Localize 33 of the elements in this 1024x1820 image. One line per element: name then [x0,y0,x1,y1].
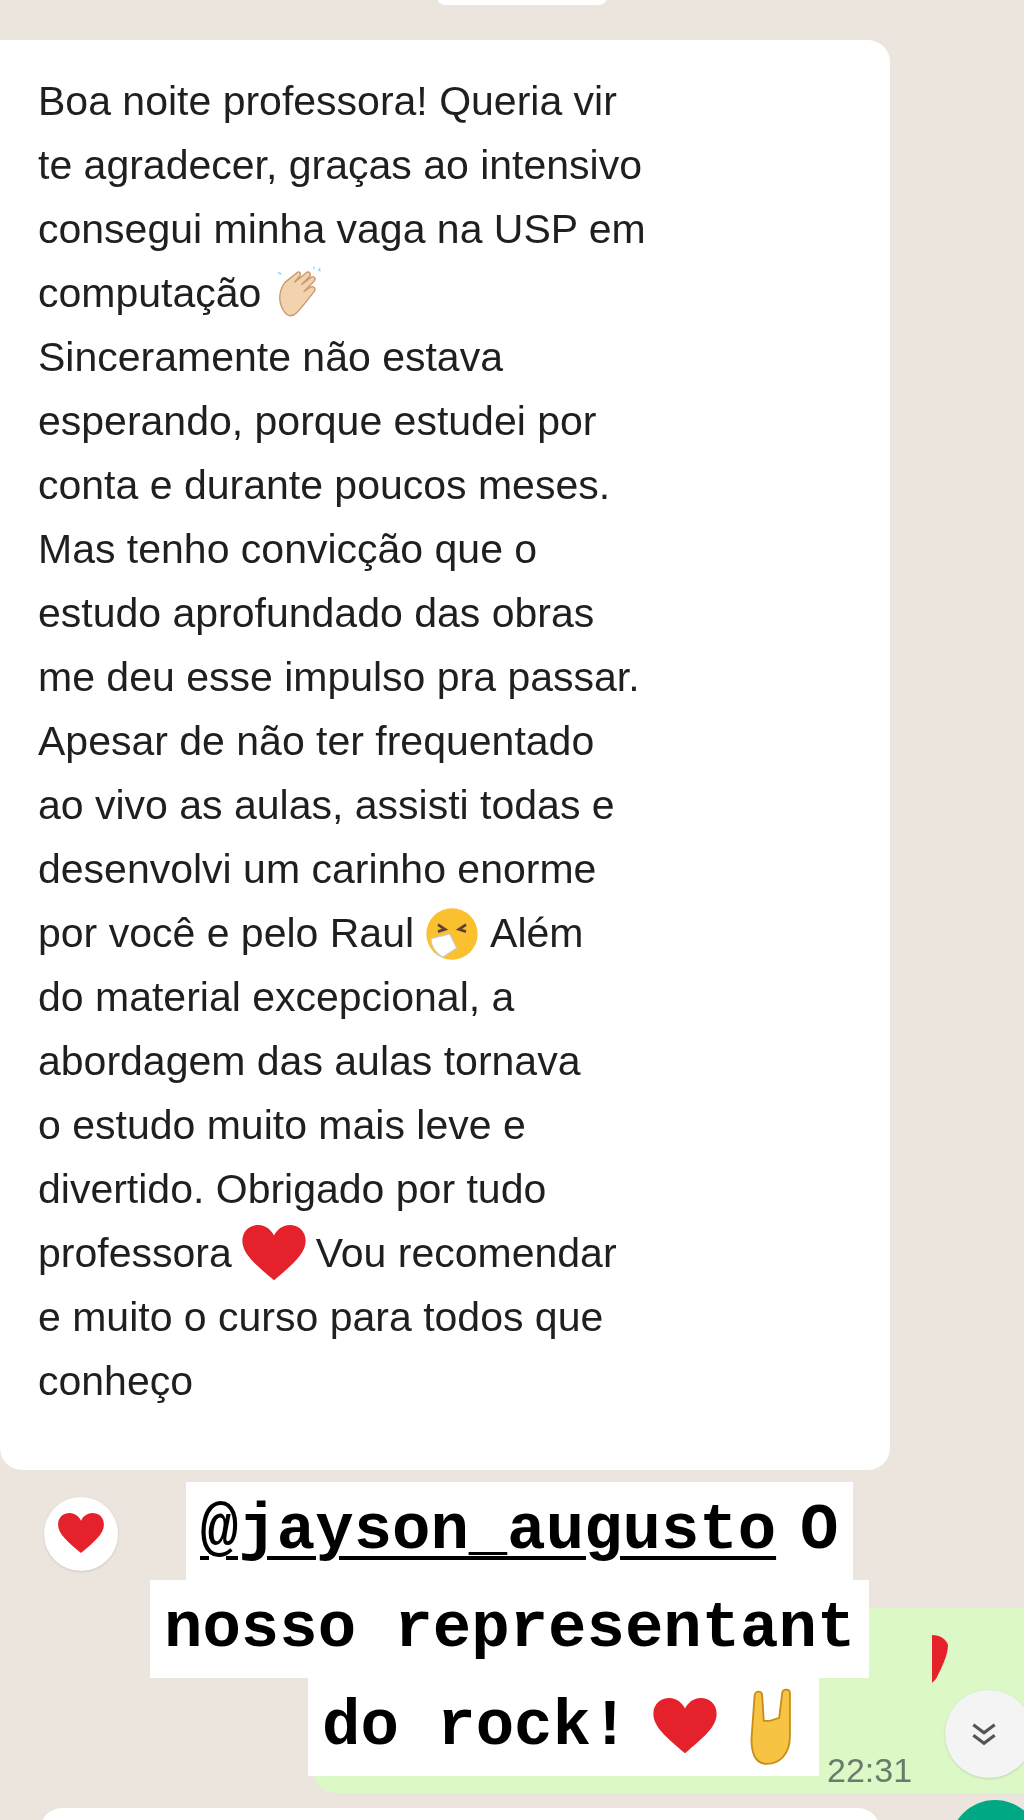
message-text: por você e pelo Raul [38,909,415,959]
heart-icon [653,1698,718,1756]
message-text: do material excepcional, a [38,973,515,1023]
message-text: e muito o curso para todos que [38,1293,604,1343]
message-text: Além [490,909,584,959]
message-text: consegui minha vaga na USP em [38,205,646,255]
message-text: te agradecer, graças ao intensivo [38,141,642,191]
message-text: Mas tenho convicção que o [38,525,538,575]
message-text: Vou recomendar [315,1229,617,1279]
mention-link[interactable]: @jayson_augusto [200,1483,777,1579]
message-text: abordagem das aulas tornava [38,1037,581,1087]
message-text: Boa noite professora! Queria vir [38,77,617,127]
message-text: desenvolvi um carinho enorme [38,845,597,895]
message-text: divertido. Obrigado por tudo [38,1165,547,1215]
message-text: conheço [38,1357,193,1407]
heart-icon [932,1635,948,1683]
message-text: estudo aprofundado das obras [38,589,595,639]
heart-icon [241,1225,306,1283]
message-text: professora [38,1229,232,1279]
message-text: conta e durante poucos meses. [38,461,611,511]
message-text: Sinceramente não estava [38,333,503,383]
message-text: me deu esse impulso pra passar. [38,653,640,703]
sticker-text: nosso representant [164,1592,856,1667]
sticker-text: O [800,1494,839,1569]
message-time: 22:31 [827,1750,913,1791]
message-text: esperando, porque estudei por [38,397,597,447]
sneezing-face-icon [424,906,481,962]
message-text: computação [38,269,262,319]
heart-icon [58,1513,104,1555]
message-text: Apesar de não ter frequentado [38,717,595,767]
message-text: ao vivo as aulas, assisti todas e [38,781,615,831]
message-text: o estudo muito mais leve e [38,1101,526,1151]
sticker-text: do rock! [322,1690,630,1765]
